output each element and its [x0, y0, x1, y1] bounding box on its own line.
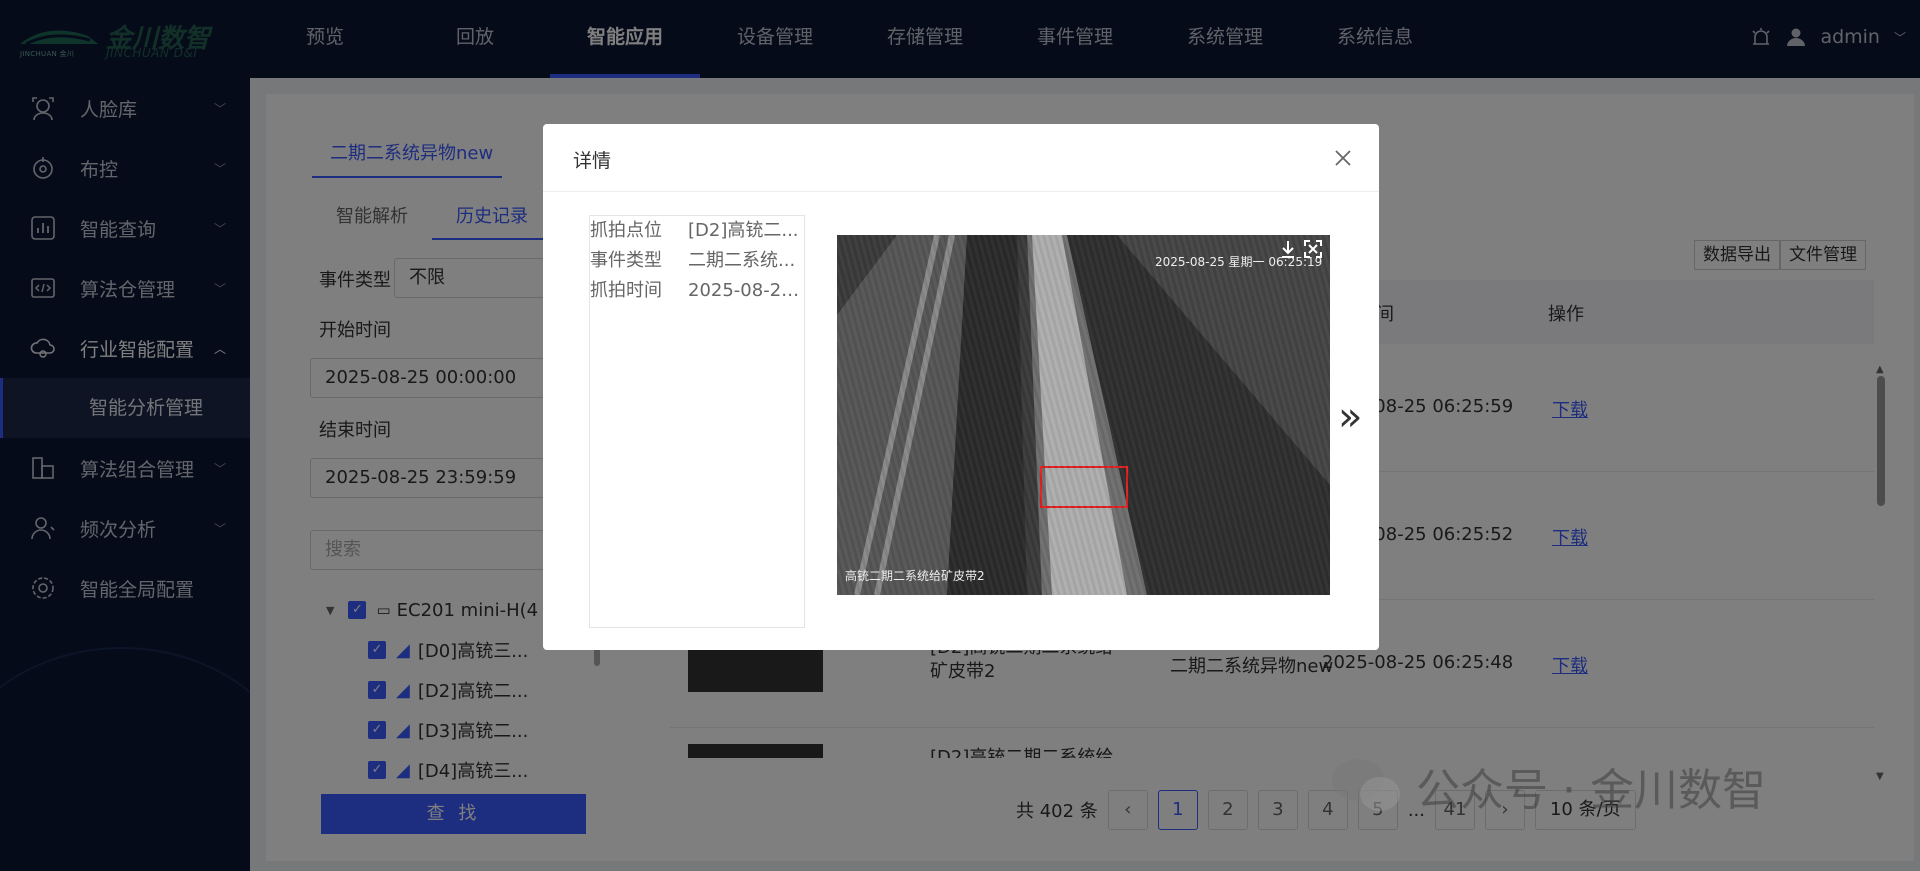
info-row: 抓拍点位 [D2]高铳二...: [590, 216, 804, 246]
modal-header: 详情: [543, 124, 1379, 192]
modal-title: 详情: [573, 150, 612, 172]
photo-texture: [837, 235, 1330, 595]
info-key: 抓拍时间: [590, 280, 662, 301]
photo-caption: 高铳二期二系统给矿皮带2: [845, 569, 985, 583]
info-key: 事件类型: [590, 250, 662, 271]
wechat-icon: [1332, 759, 1400, 811]
snapshot-image[interactable]: 2025-08-25 星期一 06:25:19 高铳二期二系统给矿皮带2: [837, 235, 1330, 595]
info-value: 2025-08-25...: [688, 280, 800, 301]
fullscreen-icon[interactable]: [1303, 239, 1323, 259]
detail-info-panel: 抓拍点位 [D2]高铳二... 事件类型 二期二系统... 抓拍时间 2025-08-…: [589, 215, 805, 628]
download-icon[interactable]: [1279, 239, 1297, 259]
photo-timestamp: 2025-08-25 星期一 06:25:19: [1155, 255, 1323, 269]
detail-modal: 详情 抓拍点位 [D2]高铳二... 事件类型 二期二系统... 抓拍时间 2025-…: [543, 124, 1379, 650]
watermark: 公众号 · 金川数智: [1330, 754, 1766, 818]
info-value: [D2]高铳二...: [688, 220, 799, 241]
info-value: 二期二系统...: [688, 250, 796, 271]
info-key: 抓拍点位: [590, 220, 662, 241]
watermark-text: 公众号 · 金川数智: [1416, 765, 1766, 816]
info-row: 事件类型 二期二系统...: [590, 246, 804, 276]
close-icon[interactable]: [1329, 144, 1357, 172]
next-image-icon[interactable]: »: [1338, 394, 1362, 440]
info-row: 抓拍时间 2025-08-25...: [590, 276, 804, 306]
